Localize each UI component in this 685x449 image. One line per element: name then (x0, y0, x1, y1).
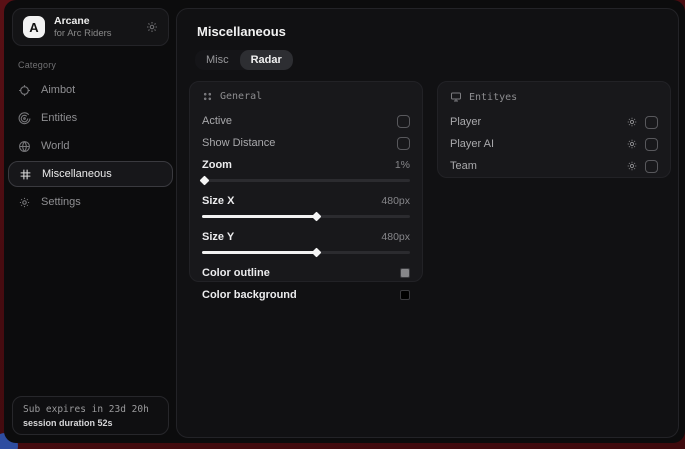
entities-card: Entityes Player Player AI (437, 81, 671, 178)
entity-label: Team (450, 160, 477, 172)
logo-text: Arcane for Arc Riders (54, 15, 137, 40)
slider-row-size-x: Size X 480px (202, 190, 410, 212)
player-settings-gear-icon[interactable] (626, 116, 638, 128)
size-y-slider-thumb[interactable] (312, 248, 322, 258)
category-label: Category (18, 60, 177, 70)
main-panel: Miscellaneous Misc Radar General Active (176, 8, 679, 438)
size-x-slider-thumb[interactable] (312, 212, 322, 222)
zoom-slider[interactable] (202, 179, 410, 182)
entity-label: Player (450, 116, 481, 128)
color-row-background: Color background (202, 284, 410, 306)
sidebar-item-label: World (41, 140, 70, 152)
app-title: Arcane (54, 15, 137, 28)
toggle-row-show-distance: Show Distance (202, 132, 410, 154)
sidebar-nav: Aimbot Entities World (4, 76, 177, 216)
sidebar-item-aimbot[interactable]: Aimbot (4, 76, 177, 104)
sidebar-item-label: Settings (41, 196, 81, 208)
logo-card: A Arcane for Arc Riders (12, 8, 169, 46)
monitor-icon (450, 91, 462, 103)
entity-row-team: Team (450, 155, 658, 177)
globe-icon (18, 140, 31, 153)
size-y-slider[interactable] (202, 251, 410, 254)
session-duration-text: session duration 52s (23, 418, 158, 428)
gear-icon (18, 196, 31, 209)
color-row-outline: Color outline (202, 262, 410, 284)
show-distance-checkbox[interactable] (397, 137, 410, 150)
sub-expires-text: Sub expires in 23d 20h (23, 404, 158, 415)
entity-row-player: Player (450, 111, 658, 133)
general-card-title: General (220, 91, 262, 102)
color-background-swatch[interactable] (400, 290, 410, 300)
sidebar-item-label: Aimbot (41, 84, 75, 96)
slider-row-size-y: Size Y 480px (202, 226, 410, 248)
app-subtitle: for Arc Riders (54, 28, 137, 40)
player-checkbox[interactable] (645, 116, 658, 129)
crosshair-icon (18, 84, 31, 97)
entity-row-player-ai: Player AI (450, 133, 658, 155)
size-y-slider-fill (202, 251, 316, 254)
tab-misc[interactable]: Misc (195, 50, 240, 70)
entities-card-header: Entityes (450, 91, 658, 103)
size-x-slider[interactable] (202, 215, 410, 218)
general-card-header: General (202, 91, 410, 102)
team-settings-gear-icon[interactable] (626, 160, 638, 172)
sidebar-item-label: Entities (41, 112, 77, 124)
sidebar-item-label: Miscellaneous (42, 168, 112, 180)
slider-label: Size Y (202, 231, 234, 243)
entities-card-title: Entityes (469, 92, 517, 103)
zoom-slider-thumb[interactable] (200, 176, 210, 186)
page-title: Miscellaneous (197, 24, 678, 39)
general-card: General Active Show Distance Zoom 1% Siz… (189, 81, 423, 282)
sidebar-item-miscellaneous[interactable]: Miscellaneous (8, 161, 173, 187)
sidebar-item-settings[interactable]: Settings (4, 188, 177, 216)
color-label: Color background (202, 289, 297, 301)
slider-label: Zoom (202, 159, 232, 171)
slider-value: 480px (381, 231, 410, 243)
sidebar: A Arcane for Arc Riders Category (4, 0, 177, 443)
app-window: A Arcane for Arc Riders Category (4, 0, 685, 443)
tab-bar: Misc Radar (195, 50, 293, 70)
color-label: Color outline (202, 267, 270, 279)
slider-row-zoom: Zoom 1% (202, 154, 410, 176)
sidebar-item-world[interactable]: World (4, 132, 177, 160)
sidebar-item-entities[interactable]: Entities (4, 104, 177, 132)
slider-value: 480px (381, 195, 410, 207)
toggle-row-active: Active (202, 110, 410, 132)
general-grid-icon (202, 91, 213, 102)
subscription-info-card: Sub expires in 23d 20h session duration … (12, 396, 169, 435)
toggle-label: Show Distance (202, 137, 275, 149)
sync-gear-icon[interactable] (146, 21, 158, 33)
logo-badge: A (23, 16, 45, 38)
radar-icon (18, 112, 31, 125)
color-outline-swatch[interactable] (400, 268, 410, 278)
size-x-slider-fill (202, 215, 316, 218)
player-ai-checkbox[interactable] (645, 138, 658, 151)
slider-label: Size X (202, 195, 234, 207)
active-checkbox[interactable] (397, 115, 410, 128)
slider-value: 1% (395, 159, 410, 171)
entity-label: Player AI (450, 138, 494, 150)
toggle-label: Active (202, 115, 232, 127)
tab-radar[interactable]: Radar (240, 50, 293, 70)
grid-icon (19, 168, 32, 181)
team-checkbox[interactable] (645, 160, 658, 173)
player-ai-settings-gear-icon[interactable] (626, 138, 638, 150)
